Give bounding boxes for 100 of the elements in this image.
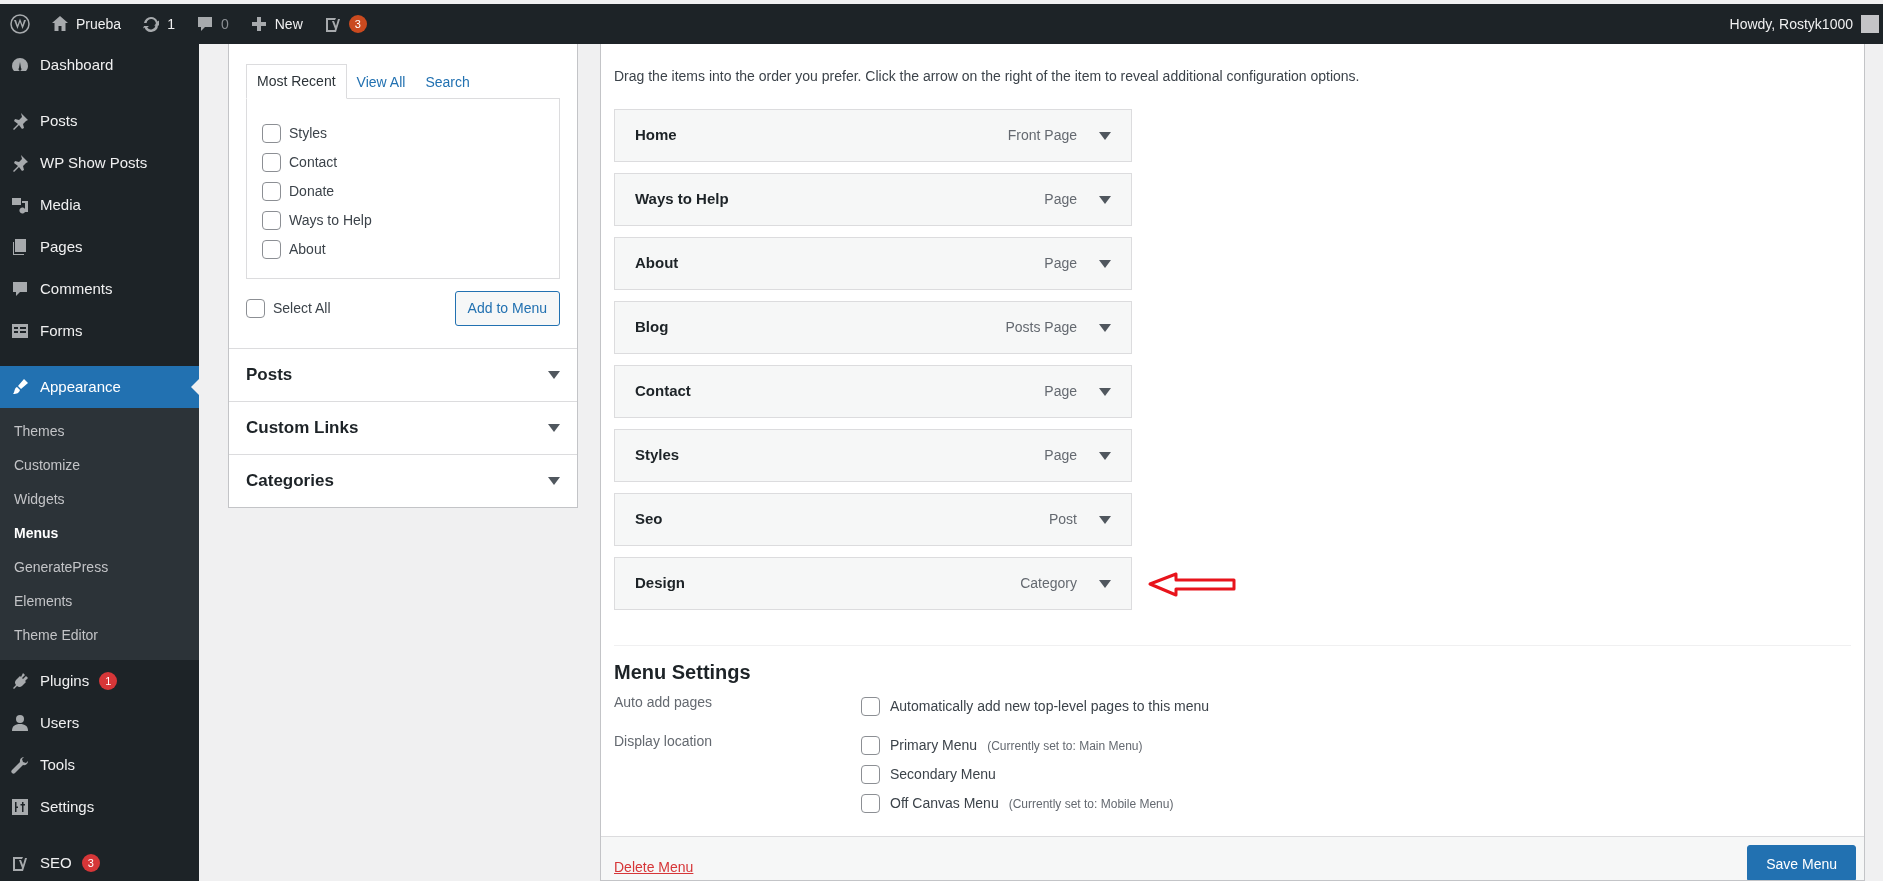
accordion-section[interactable]: Categories	[229, 454, 577, 507]
menu-item[interactable]: Design Category	[614, 557, 1132, 610]
menu-item[interactable]: Ways to Help Page	[614, 173, 1132, 226]
submenu-item[interactable]: Customize	[0, 448, 199, 482]
toolbar-link[interactable]: Prueba	[40, 4, 132, 44]
checkbox[interactable]	[262, 211, 281, 230]
menu-item-type: Page	[1044, 254, 1077, 273]
checkbox[interactable]	[861, 765, 880, 784]
menu-item-title: About	[635, 253, 680, 274]
speech-bubble-icon	[10, 279, 30, 299]
tab[interactable]: Search	[415, 66, 480, 99]
checkbox-label: About	[289, 240, 326, 259]
toolbar-link[interactable]: 1	[131, 4, 185, 44]
delete-menu-link[interactable]: Delete Menu	[614, 857, 694, 878]
section-heading: Menu Settings	[614, 660, 752, 684]
checkbox-label: Contact	[289, 153, 338, 172]
sliders-icon	[10, 797, 30, 817]
sidebar-item[interactable]: Media	[0, 184, 199, 226]
checkbox[interactable]	[861, 736, 880, 755]
sidebar-item[interactable]: Plugins 1	[0, 660, 199, 702]
menu-item-title: Styles	[635, 445, 681, 466]
tab[interactable]: View All	[346, 66, 416, 99]
caret-icon[interactable]	[1099, 131, 1111, 140]
caret-icon[interactable]	[1099, 387, 1111, 396]
wrench-icon	[10, 755, 30, 775]
submenu-item[interactable]: Theme Editor	[0, 618, 199, 652]
greeting-link[interactable]: Howdy, Rostyk1000	[1729, 13, 1853, 35]
caret-icon[interactable]	[1099, 323, 1111, 332]
checkbox[interactable]	[262, 182, 281, 201]
menu-item[interactable]: Seo Post	[614, 493, 1132, 546]
menu-item-title: Home	[635, 125, 678, 146]
sidebar-item[interactable]: WP Show Posts	[0, 142, 199, 184]
menu-item-type: Page	[1044, 446, 1077, 465]
sidebar-item[interactable]: Posts	[0, 100, 199, 142]
menu-item-type: Page	[1044, 190, 1077, 209]
accordion-section[interactable]: Custom Links	[229, 401, 577, 454]
menu-item-type: Front Page	[1007, 126, 1077, 145]
accordion-section[interactable]: Posts	[229, 348, 577, 401]
checkbox-label: Donate	[289, 182, 335, 201]
checkbox[interactable]	[262, 240, 281, 259]
submenu-item[interactable]: Widgets	[0, 482, 199, 516]
toolbar-link[interactable]: 0	[184, 4, 239, 44]
submenu-item[interactable]: GeneratePress	[0, 550, 199, 584]
checkbox[interactable]	[861, 697, 880, 716]
sidebar-item[interactable]: Forms	[0, 310, 199, 352]
checkbox-label: Off Canvas Menu	[890, 794, 999, 813]
submenu-item[interactable]: Elements	[0, 584, 199, 618]
count-badge: 3	[81, 854, 100, 872]
menu-item[interactable]: About Page	[614, 237, 1132, 290]
caret-icon[interactable]	[1099, 259, 1111, 268]
menu-item-title: Blog	[635, 317, 670, 338]
submenu-item[interactable]: Themes	[0, 414, 199, 448]
user-icon	[10, 713, 30, 733]
media-icon	[10, 195, 30, 215]
tab[interactable]: Most Recent	[246, 64, 347, 99]
checkbox-label: Primary Menu	[890, 736, 978, 755]
checkbox-label: Ways to Help	[289, 211, 372, 230]
menu-item-title: Design	[635, 573, 686, 594]
sidebar-item[interactable]: Pages	[0, 226, 199, 268]
section-title: Categories	[246, 470, 334, 493]
sidebar-item[interactable]: SEO 3	[0, 842, 199, 881]
sidebar-item[interactable]: Settings	[0, 786, 199, 828]
note-text: (Currently set to: Mobile Menu)	[1008, 795, 1174, 813]
caret-icon[interactable]	[1099, 515, 1111, 524]
add-to-menu-button[interactable]: Add to Menu	[454, 291, 560, 326]
menu-item[interactable]: Blog Posts Page	[614, 301, 1132, 354]
menu-item-title: Seo	[635, 509, 664, 530]
checkbox[interactable]	[262, 124, 281, 143]
sidebar-item[interactable]: Users	[0, 702, 199, 744]
sidebar-item[interactable]: Dashboard	[0, 44, 199, 86]
section-title: Custom Links	[246, 417, 359, 440]
menu-item[interactable]: Home Front Page	[614, 109, 1132, 162]
checkbox[interactable]	[246, 299, 265, 318]
paintbrush-icon	[10, 377, 30, 397]
sidebar-item[interactable]: Appearance	[0, 366, 199, 408]
sidebar-item[interactable]: Comments	[0, 268, 199, 310]
menu-item-type: Posts Page	[1005, 318, 1077, 337]
save-menu-button[interactable]: Save Menu	[1747, 845, 1856, 880]
menu-item-type: Category	[1020, 574, 1077, 593]
caret-icon[interactable]	[1099, 451, 1111, 460]
caret-icon[interactable]	[1099, 579, 1111, 588]
count-badge: 3	[348, 15, 367, 33]
checkbox-label: Automatically add new top-level pages to this menu	[890, 697, 1210, 716]
checkbox[interactable]	[861, 794, 880, 813]
setting-label: Auto add pages	[614, 693, 714, 712]
toolbar-link[interactable]: New	[238, 4, 313, 44]
checkbox[interactable]	[262, 153, 281, 172]
caret-icon[interactable]	[1099, 195, 1111, 204]
section-title: Posts	[246, 364, 293, 387]
sidebar-item[interactable]: Tools	[0, 744, 199, 786]
menu-item[interactable]: Contact Page	[614, 365, 1132, 418]
checkbox-label: Styles	[289, 124, 328, 143]
menu-item-type: Page	[1044, 382, 1077, 401]
checkbox-label: Secondary Menu	[890, 765, 996, 784]
menu-item-title: Ways to Help	[635, 189, 730, 210]
toolbar-link[interactable]: 3	[312, 4, 377, 44]
instructions-text: Drag the items into the order you prefer. Click the arrow on the right of the item to reveal additional configuration options.	[614, 67, 1361, 86]
submenu-item[interactable]: Menus	[0, 516, 199, 550]
house-icon	[50, 14, 70, 34]
menu-item[interactable]: Styles Page	[614, 429, 1132, 482]
